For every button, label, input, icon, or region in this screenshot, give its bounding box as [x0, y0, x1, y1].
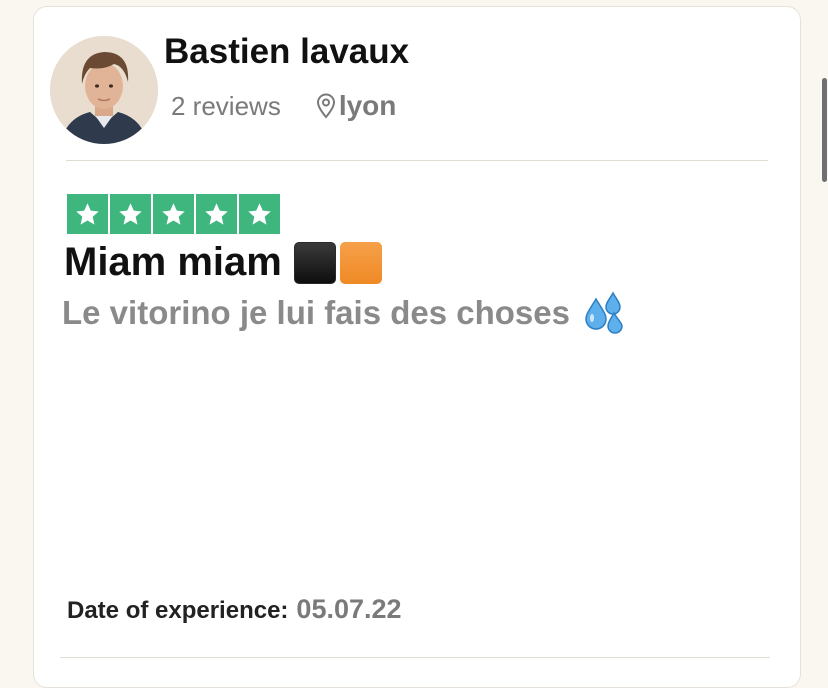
avatar[interactable]: [50, 36, 158, 144]
date-of-experience: Date of experience: 05.07.22: [67, 594, 402, 625]
sweat-droplets-icon: [585, 291, 623, 334]
reviewer-location: lyon: [315, 90, 397, 122]
star-icon: [67, 194, 108, 234]
reviewer-name[interactable]: Bastien lavaux: [164, 32, 409, 72]
location-text: lyon: [338, 90, 397, 121]
review-body-text: Le vitorino je lui fais des choses: [62, 294, 570, 331]
date-label: Date of experience:: [67, 597, 289, 624]
bottom-divider: [60, 657, 770, 658]
star-rating: [67, 194, 280, 234]
star-icon: [239, 194, 280, 234]
review-body: Le vitorino je lui fais des choses: [62, 291, 626, 335]
star-icon: [153, 194, 194, 234]
review-title: Miam miam: [64, 240, 382, 285]
orange-square-emoji: [339, 241, 382, 284]
map-pin-icon: [316, 93, 335, 119]
review-title-text: Miam miam: [64, 240, 282, 284]
avatar-photo: [50, 36, 158, 144]
black-square-emoji: [293, 241, 336, 284]
date-value: 05.07.22: [296, 594, 402, 624]
star-icon: [110, 194, 151, 234]
star-icon: [196, 194, 237, 234]
divider: [66, 160, 768, 161]
reviewer-meta: 2 reviews lyon: [171, 88, 396, 124]
reviews-count[interactable]: 2 reviews: [171, 91, 281, 122]
scrollbar[interactable]: [822, 78, 827, 182]
